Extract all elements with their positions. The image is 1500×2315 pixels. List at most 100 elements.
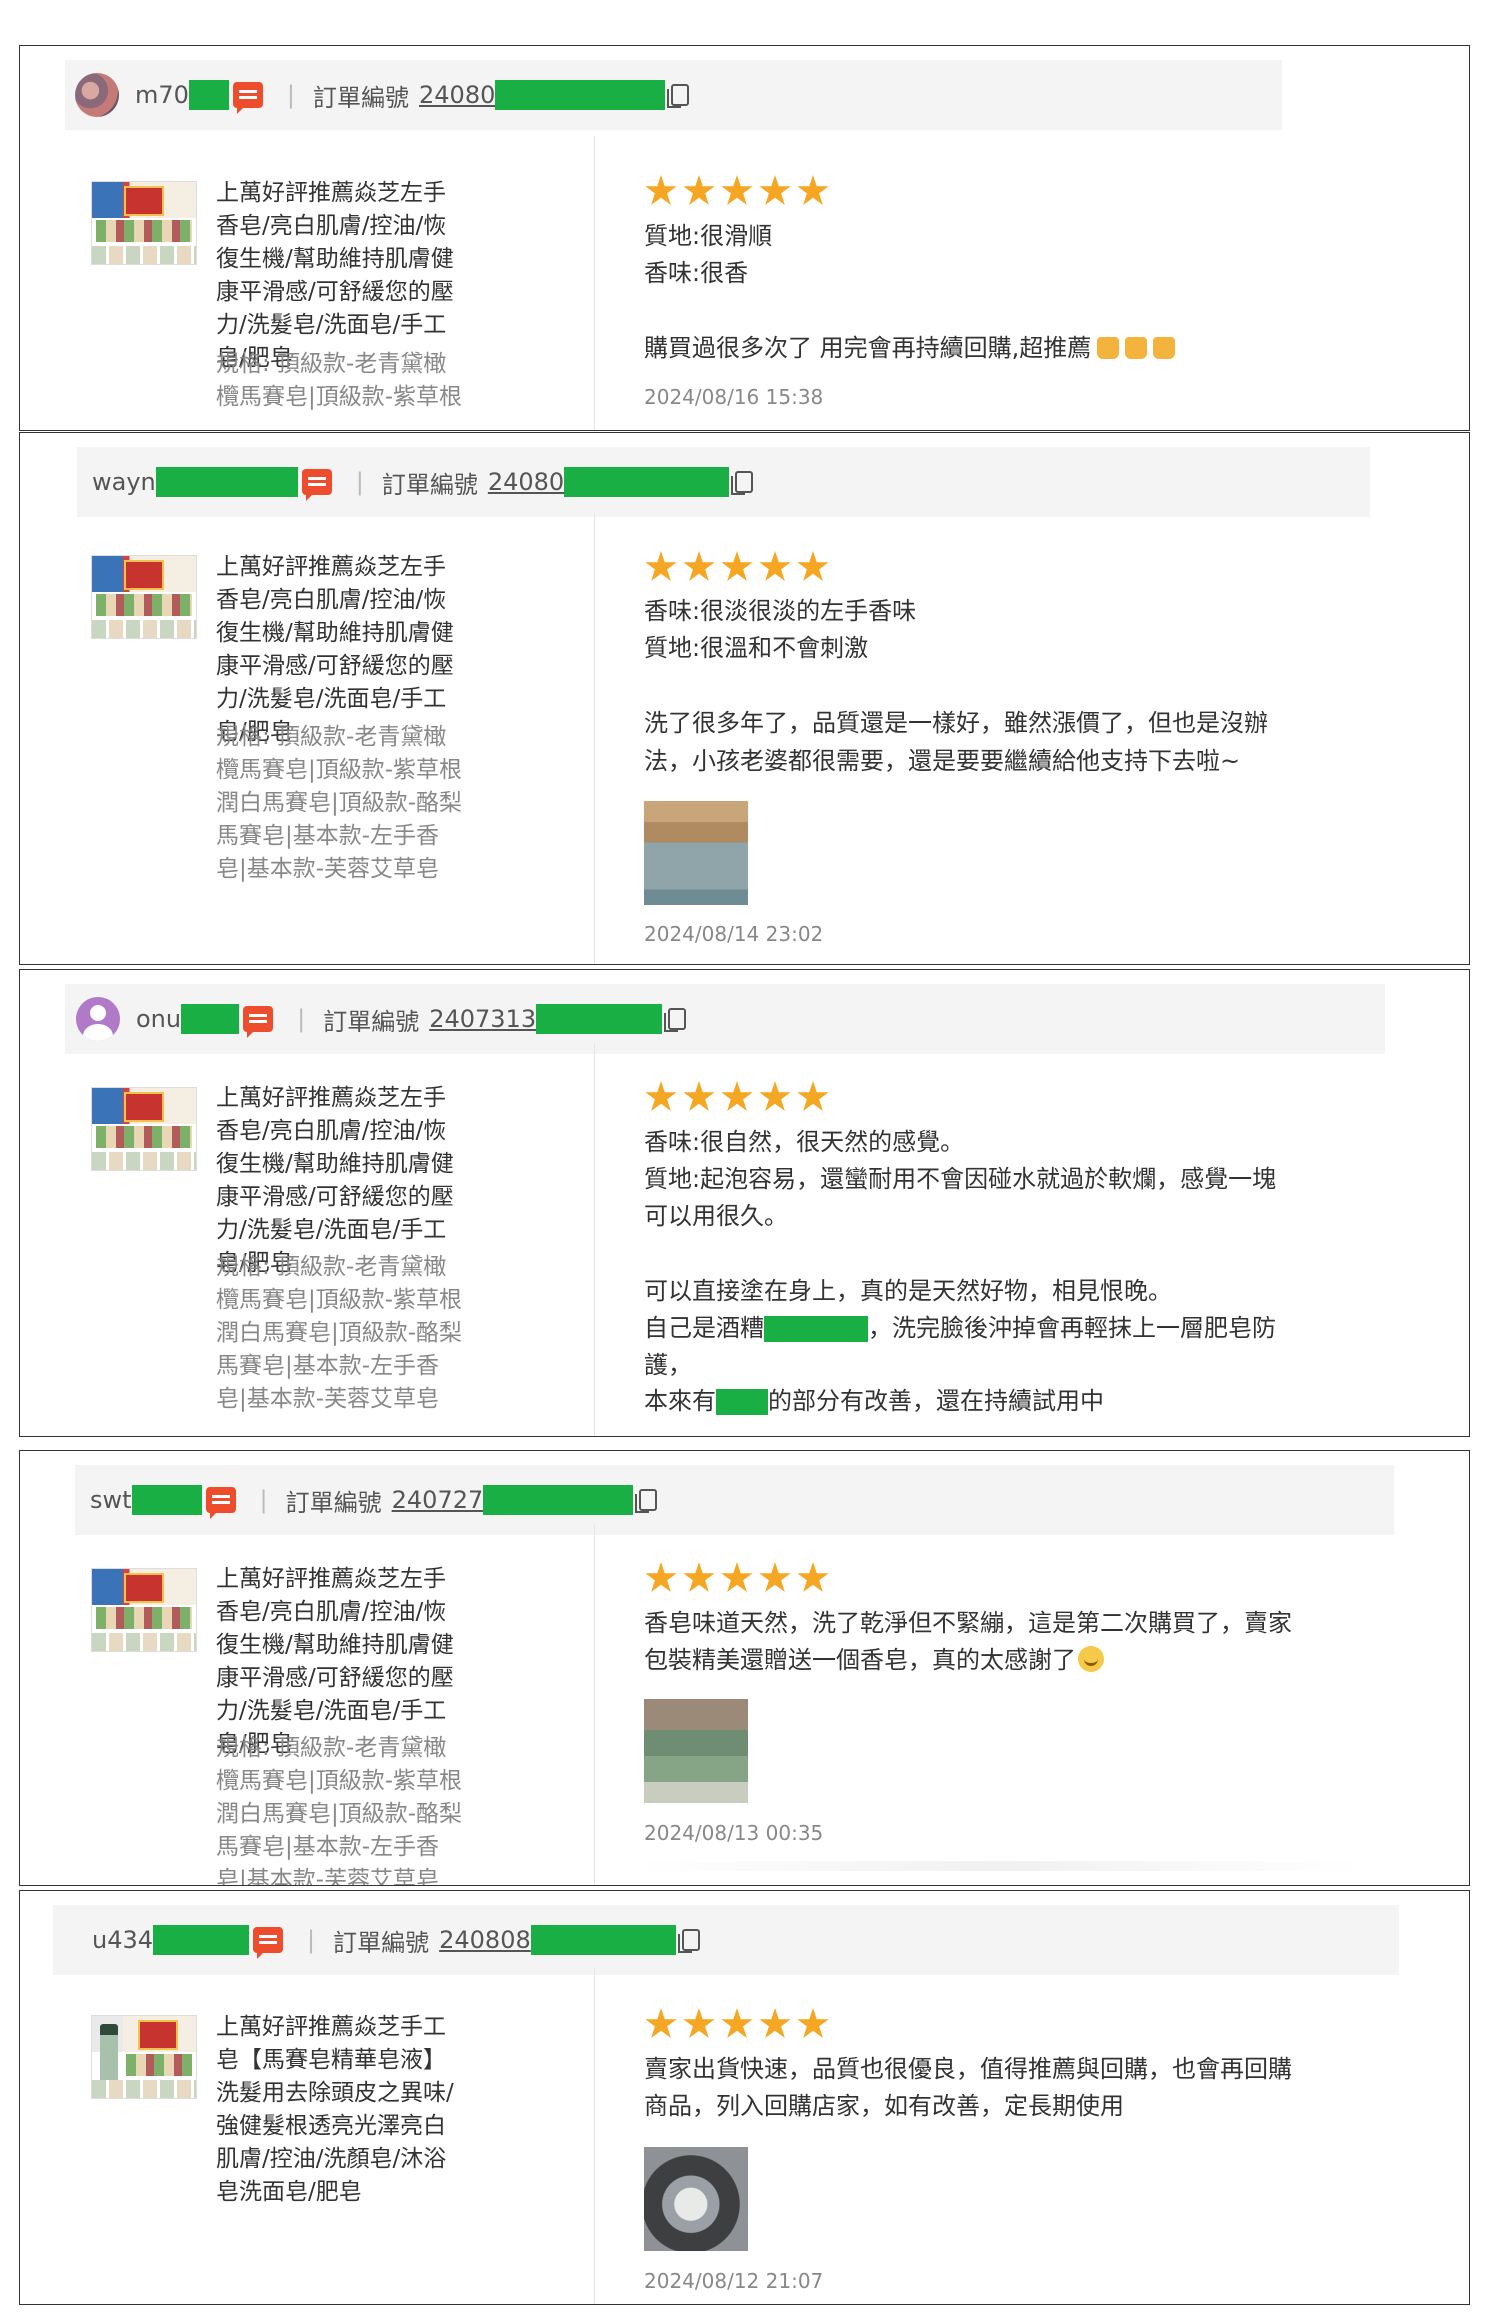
star-icon [645,175,677,205]
product-name[interactable]: 上萬好評推薦焱芝左手香皂/亮白肌膚/控油/恢復生機/幫助維持肌膚健康平滑感/可舒… [216,177,466,375]
star-icon [645,551,677,581]
copy-icon[interactable] [635,1489,658,1513]
review-photo[interactable] [644,801,748,905]
star-icon [683,551,715,581]
review-text: 包裝精美還贈送一個香皂，真的太感謝了 [644,1646,1076,1674]
order-number[interactable]: 24080 [419,81,495,109]
redacted-order-number [530,1925,676,1955]
copy-icon[interactable] [667,84,690,108]
username[interactable]: u434 [92,1926,153,1954]
order-label: 訂單編號 [313,83,410,112]
chat-icon[interactable] [232,82,263,114]
chat-icon[interactable] [205,1487,236,1519]
product-name[interactable]: 上萬好評推薦焱芝左手香皂/亮白肌膚/控油/恢復生機/幫助維持肌膚健康平滑感/可舒… [216,551,466,749]
redacted-text [764,1316,868,1342]
copy-icon[interactable] [731,471,754,495]
star-icon [759,175,791,205]
product-thumbnail[interactable] [91,181,197,265]
review-line: 香皂味道天然，洗了乾淨但不緊繃，這是第二次購買了，賣家 [644,1609,1292,1637]
order-number[interactable]: 24080 [488,468,564,496]
redacted-order-number [536,1004,663,1034]
product-name[interactable]: 上萬好評推薦焱芝手工皂【馬賽皂精華皂液】洗髮用去除頭皮之異味/強健髮根透亮光澤亮… [216,2011,466,2209]
column-divider [594,1968,595,2304]
star-icon [683,2008,715,2038]
redacted-text [716,1389,768,1415]
rating-stars [644,1561,830,1595]
thumbs-up-icon [1153,337,1176,359]
star-icon [683,1562,715,1592]
avatar[interactable] [76,997,120,1041]
review-comment: 購買過很多次了 用完會再持續回購,超推薦 [644,334,1092,362]
review-line: 質地:起泡容易，還蠻耐用不會因碰水就過於軟爛，感覺一塊 [644,1165,1277,1193]
review-photo[interactable] [644,1699,748,1803]
product-thumbnail[interactable] [91,2015,197,2099]
star-icon [797,2008,829,2038]
order-label: 訂單編號 [333,1928,430,1957]
divider: | [286,81,296,109]
review-line: 可以直接塗在身上，真的是天然好物，相見恨晚。 [644,1277,1172,1305]
redacted-username [188,80,229,110]
review-line: 香味:很淡很淡的左手香味 [644,597,917,625]
rating-stars [644,174,830,208]
avatar[interactable] [75,73,119,117]
fade-shadow [640,1861,1360,1871]
review-card: u434 | 訂單編號 240808 上萬好評推薦焱芝手工皂【馬賽皂精華皂液】洗… [19,1890,1470,2305]
star-icon [645,2008,677,2038]
thumbs-up-icon [1125,337,1148,359]
star-icon [645,1562,677,1592]
redacted-order-number [483,1485,634,1515]
review-line: 質地:很滑順 [644,222,773,250]
product-thumbnail[interactable] [91,1568,197,1652]
review-line: 包裝精美還贈送一個香皂，真的太感謝了 [644,1643,1104,1677]
star-icon [683,1081,715,1111]
username[interactable]: m70 [135,81,189,109]
review-photo[interactable] [644,2147,748,2251]
star-icon [645,1081,677,1111]
column-divider [594,1043,595,1436]
username[interactable]: wayn [92,468,156,496]
chat-icon[interactable] [243,1006,274,1038]
smile-emoji-icon [1078,1646,1104,1672]
product-spec: 規格: 頂級款-老青黛橄欖馬賽皂|頂級款-紫草根潤白馬賽皂|頂級款-酪梨馬賽皂|… [216,724,463,882]
review-line: 本來有 的部分有改善，還在持續試用中 [644,1384,1104,1418]
chat-icon[interactable] [301,469,332,501]
copy-icon[interactable] [677,1929,700,1953]
redacted-username [181,1004,240,1034]
product-thumbnail[interactable] [91,1087,197,1171]
chat-icon[interactable] [253,1927,284,1959]
divider: | [297,1005,306,1033]
review-card: wayn | 訂單編號 24080 上萬好評推薦焱芝左手香皂/亮白肌膚/控油/恢… [19,432,1470,965]
star-icon [683,175,715,205]
review-time: 2024/08/13 00:35 [644,1821,824,1845]
username[interactable]: swt [90,1486,132,1514]
star-icon [721,1562,753,1592]
divider: | [355,468,364,496]
order-label: 訂單編號 [323,1007,420,1036]
column-divider [594,1524,595,1885]
review-time: 2024/08/14 23:02 [644,922,824,946]
copy-icon[interactable] [664,1008,687,1032]
review-time: 2024/08/16 15:38 [644,385,824,409]
username[interactable]: onu [136,1005,181,1033]
star-icon [759,551,791,581]
star-icon [759,1081,791,1111]
order-number[interactable]: 240727 [392,1486,484,1514]
product-spec: 規格: 頂級款-老青黛橄欖馬賽皂|頂級款-紫草根潤白馬賽皂| [216,351,463,410]
product-thumbnail[interactable] [91,555,197,639]
order-number[interactable]: 2407313 [429,1005,536,1033]
review-line: 可以用很久。 [644,1202,788,1230]
star-icon [721,1081,753,1111]
product-spec: 規格: 頂級款-老青黛橄欖馬賽皂|頂級款-紫草根潤白馬賽皂|頂級款-酪梨馬賽皂|… [216,1254,463,1412]
review-card: m70 | 訂單編號 24080 上萬好評推薦焱芝左手香皂/亮白肌膚/控油/恢復… [19,45,1470,431]
review-line: 購買過很多次了 用完會再持續回購,超推薦 [644,331,1176,365]
review-text: 自己是酒糟 [644,1314,764,1342]
star-icon [759,2008,791,2038]
order-number[interactable]: 240808 [439,1926,531,1954]
redacted-order-number [564,467,730,497]
thumbs-up-icon [1097,337,1120,359]
review-header-row: swt | 訂單編號 240727 [90,1465,658,1535]
review-time: 2024/08/12 21:07 [644,2269,824,2293]
star-icon [721,2008,753,2038]
star-icon [721,175,753,205]
review-line: 法，小孩老婆都很需要，還是要要繼續給他支持下去啦~ [644,747,1241,775]
